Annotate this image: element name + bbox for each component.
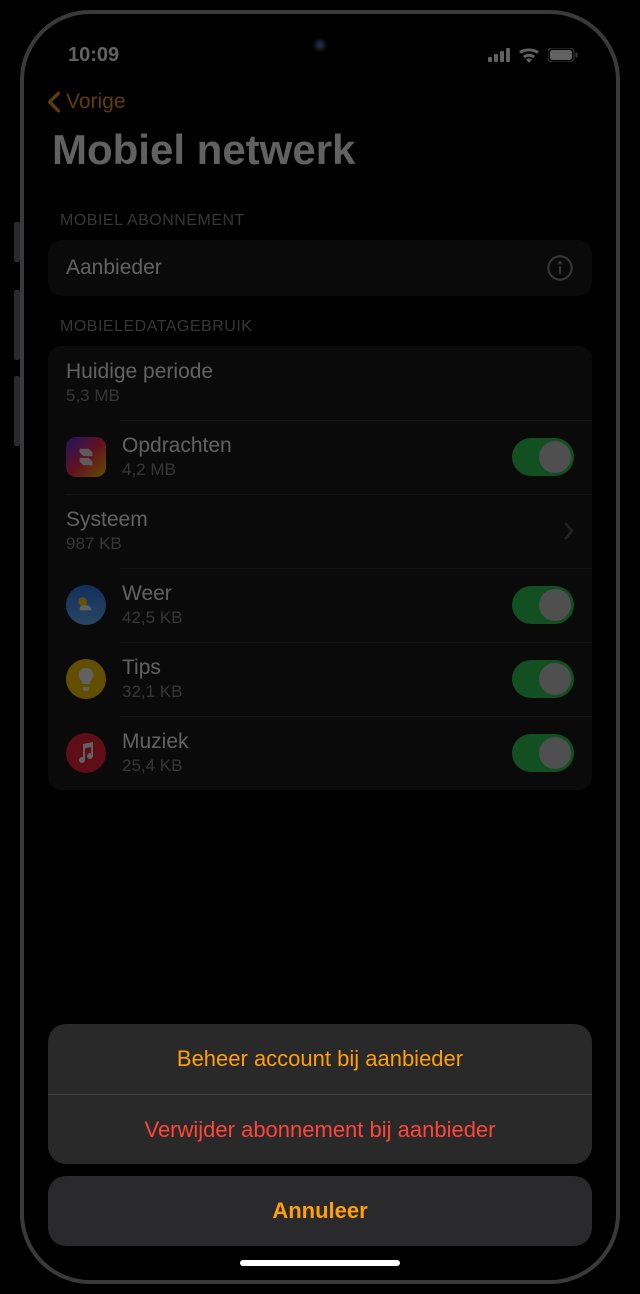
back-button[interactable]: Vorige — [46, 90, 126, 114]
usage-group: Huidige periode 5,3 MB Opdrachten 4,2 MB — [48, 346, 592, 790]
tips-icon — [66, 659, 106, 699]
back-label: Vorige — [66, 90, 126, 114]
app-row-system[interactable]: Systeem 987 KB — [48, 494, 592, 568]
phone-frame: 10:09 Vorige Mobiel netwerk MOBIEL ABONN… — [20, 10, 620, 1284]
app-row-tips: Tips 32,1 KB — [48, 642, 592, 716]
carrier-cell[interactable]: Aanbieder — [48, 240, 592, 296]
chevron-right-icon — [564, 522, 574, 540]
background-content: 10:09 Vorige Mobiel netwerk MOBIEL ABONN… — [28, 18, 612, 790]
carrier-label: Aanbieder — [66, 256, 546, 280]
info-icon[interactable] — [546, 254, 574, 282]
toggle-tips[interactable] — [512, 660, 574, 698]
cancel-label: Annuleer — [272, 1198, 367, 1224]
status-icons — [488, 47, 578, 63]
status-time: 10:09 — [68, 44, 119, 67]
app-name: Opdrachten — [122, 434, 512, 458]
app-name: Systeem — [66, 508, 564, 532]
period-title: Huidige periode — [66, 360, 574, 384]
app-row-music: Muziek 25,4 KB — [48, 716, 592, 790]
chevron-left-icon — [46, 91, 62, 113]
action-sheet-cancel-group: Annuleer — [48, 1176, 592, 1246]
front-camera — [313, 38, 327, 52]
cancel-button[interactable]: Annuleer — [48, 1176, 592, 1246]
cellular-icon — [488, 48, 510, 62]
battery-icon — [548, 48, 578, 62]
music-icon — [66, 733, 106, 773]
toggle-weather[interactable] — [512, 586, 574, 624]
action-sheet: Beheer account bij aanbieder Verwijder a… — [48, 1024, 592, 1246]
manage-account-label: Beheer account bij aanbieder — [177, 1046, 463, 1072]
app-value: 4,2 MB — [122, 460, 512, 480]
screen: 10:09 Vorige Mobiel netwerk MOBIEL ABONN… — [28, 18, 612, 1276]
app-row-weather: Weer 42,5 KB — [48, 568, 592, 642]
app-value: 42,5 KB — [122, 608, 512, 628]
period-value: 5,3 MB — [66, 386, 574, 406]
plan-group: Aanbieder — [48, 240, 592, 296]
section-header-usage: MOBIELEDATAGEBRUIK — [48, 296, 592, 346]
app-name: Tips — [122, 656, 512, 680]
wifi-icon — [518, 47, 540, 63]
page-title: Mobiel netwerk — [28, 120, 612, 190]
home-indicator[interactable] — [240, 1260, 400, 1266]
nav-bar: Vorige — [28, 74, 612, 120]
weather-icon — [66, 585, 106, 625]
toggle-music[interactable] — [512, 734, 574, 772]
shortcuts-icon — [66, 437, 106, 477]
app-value: 25,4 KB — [122, 756, 512, 776]
manage-account-button[interactable]: Beheer account bij aanbieder — [48, 1024, 592, 1094]
remove-plan-button[interactable]: Verwijder abonnement bij aanbieder — [48, 1094, 592, 1164]
section-header-plan: MOBIEL ABONNEMENT — [48, 190, 592, 240]
remove-plan-label: Verwijder abonnement bij aanbieder — [144, 1117, 495, 1143]
app-name: Weer — [122, 582, 512, 606]
current-period-cell[interactable]: Huidige periode 5,3 MB — [48, 346, 592, 420]
app-value: 987 KB — [66, 534, 564, 554]
app-value: 32,1 KB — [122, 682, 512, 702]
app-row-shortcuts: Opdrachten 4,2 MB — [48, 420, 592, 494]
action-sheet-options: Beheer account bij aanbieder Verwijder a… — [48, 1024, 592, 1164]
toggle-shortcuts[interactable] — [512, 438, 574, 476]
app-name: Muziek — [122, 730, 512, 754]
